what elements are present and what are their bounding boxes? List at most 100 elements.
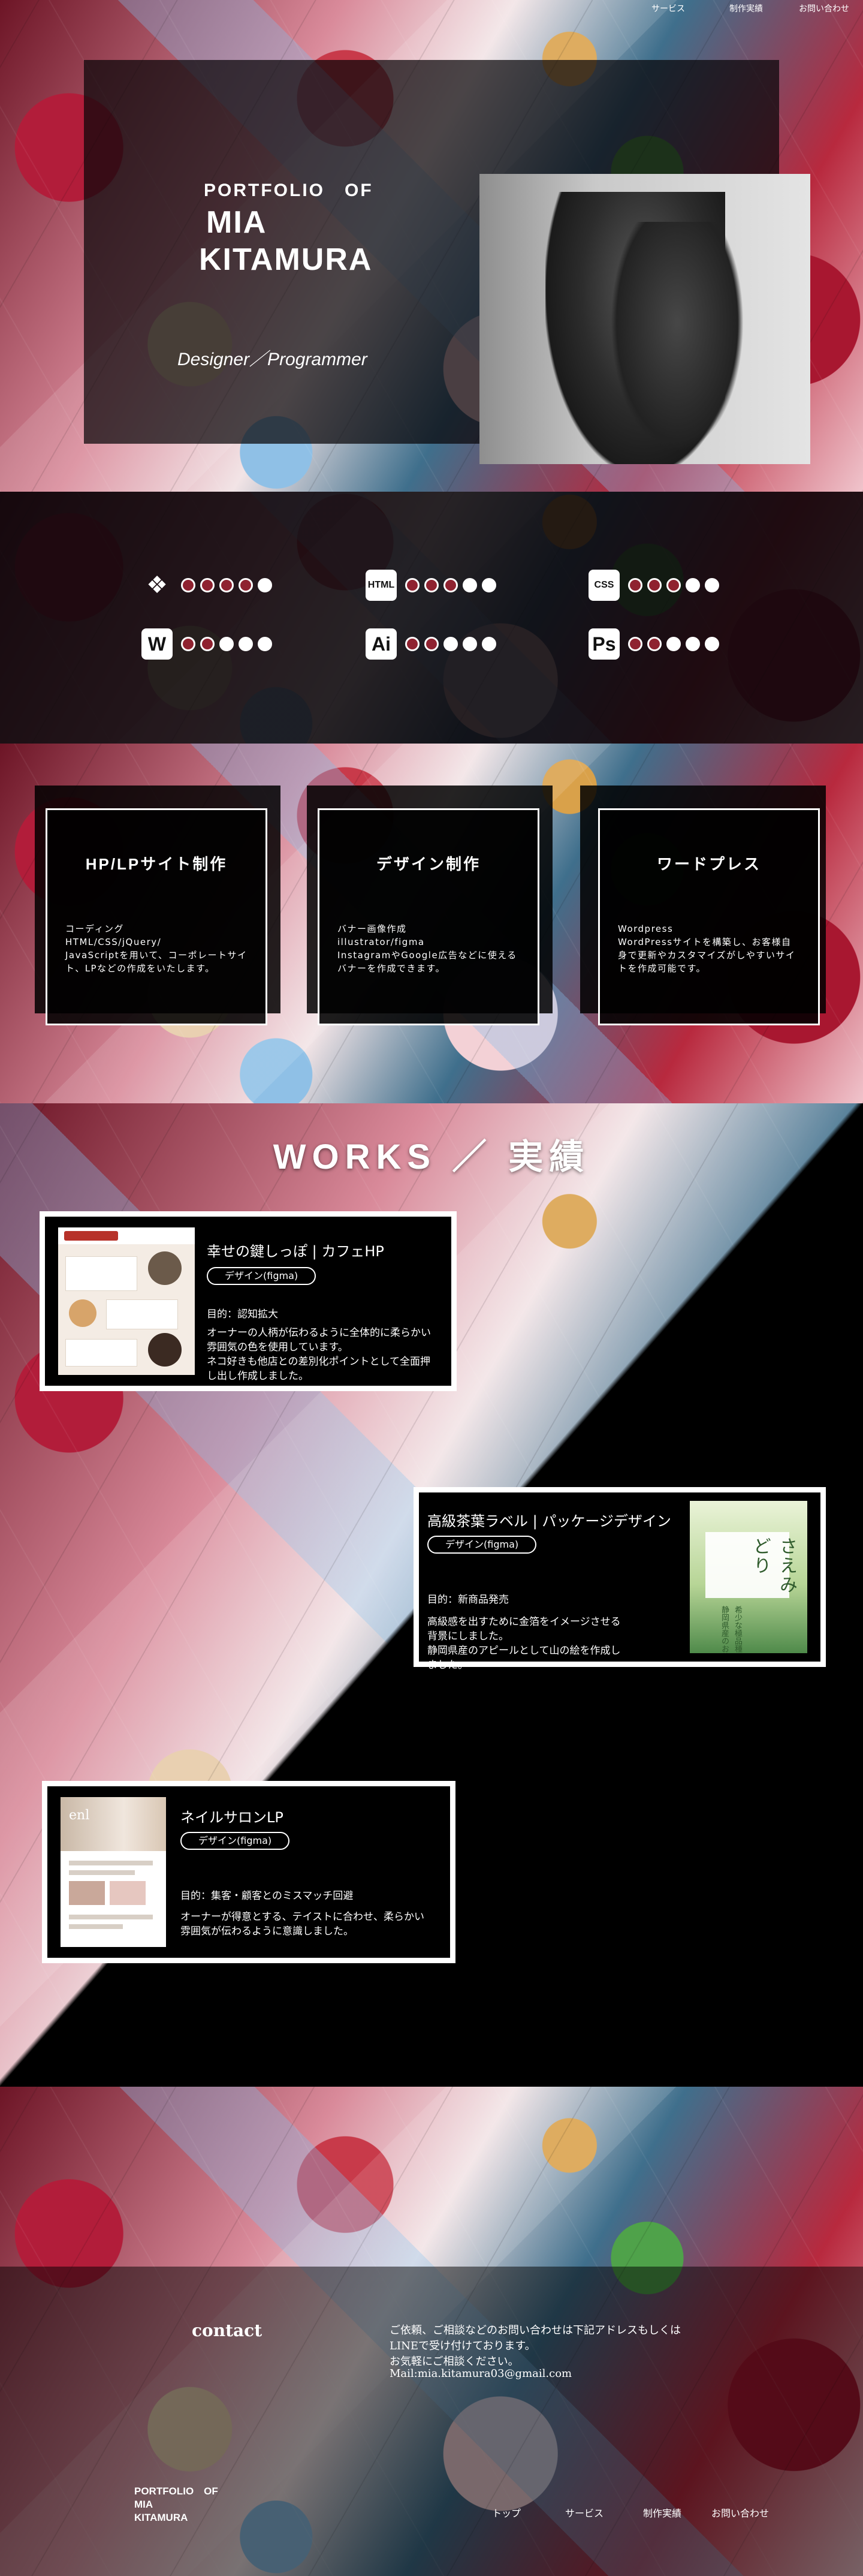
skill-dot-filled (666, 578, 681, 592)
figma-icon: ❖ (146, 572, 168, 598)
skill-illustrator: Ai (366, 628, 496, 660)
service-body: Wordpress WordPressサイトを構築し、お客様自身で更新やカスタマ… (618, 923, 796, 974)
html-icon: HTML (366, 570, 397, 601)
thumb-text-row (69, 1924, 123, 1929)
thumb-label-sub: 希少な極品種 (733, 1606, 742, 1653)
service-title: デザイン制作 (376, 855, 481, 873)
services-section: HP/LPサイト制作 コーディング HTML/CSS/jQuery/ JavaS… (0, 744, 863, 1103)
service-title: HP/LPサイト制作 (85, 855, 228, 873)
work-tag: デザイン(figma) (207, 1267, 316, 1285)
skill-dot-empty (443, 637, 458, 651)
skill-level-dots (405, 578, 496, 592)
profile-photo-hair-shadow (599, 222, 755, 464)
thumb-logo (64, 1231, 118, 1241)
nav-item-service[interactable]: サービス (629, 0, 707, 17)
footer-logo[interactable]: PORTFOLIO OF MIA KITAMURA (134, 2485, 218, 2524)
skill-dot-filled (181, 578, 195, 592)
skill-dot-filled (239, 578, 253, 592)
work-description: オーナーの人柄が伝わるように全体的に柔らかい雰囲気の色を使用しています。 ネコ好… (207, 1327, 431, 1382)
work-goal: 目的：認知拡大 (207, 1308, 278, 1320)
skill-dot-empty (258, 578, 272, 592)
profile-photo (479, 174, 810, 464)
thumb-cat-photo (148, 1251, 182, 1285)
work-thumbnail-nail-salon: enl (61, 1797, 166, 1947)
work-card-cafe[interactable]: 幸せの鍵しっぽ | カフェHP デザイン(figma) 目的：認知拡大 オーナー… (40, 1211, 457, 1391)
contact-overlay (0, 2267, 863, 2576)
skill-level-dots (181, 637, 272, 651)
thumb-content-block (65, 1339, 137, 1367)
thumb-text-row (69, 1861, 153, 1865)
skill-figma: ❖ (141, 570, 272, 601)
nav-item-works[interactable]: 制作実績 (707, 0, 785, 17)
work-thumbnail-cafe (58, 1227, 195, 1375)
skill-dot-filled (405, 637, 420, 651)
nav-item-contact[interactable]: お問い合わせ (785, 0, 863, 17)
work-tag: デザイン(figma) (180, 1832, 290, 1850)
skill-dot-empty (219, 637, 234, 651)
service-card-design: デザイン制作 バナー画像作成 illustrator/figma Instagr… (318, 808, 539, 1025)
skill-dot-filled (647, 578, 662, 592)
service-body: コーディング HTML/CSS/jQuery/ JavaScriptを用いて、コ… (65, 923, 248, 974)
thumb-label-title: さえみどり (750, 1537, 797, 1594)
work-thumbnail-tea: さえみどり 希少な極品種 静岡県産のお茶 (690, 1501, 807, 1653)
hero-role: Designer／Programmer (177, 350, 367, 369)
work-card-tea[interactable]: 高級茶葉ラベル | パッケージデザイン デザイン(figma) 目的：新商品発売… (414, 1487, 826, 1671)
footer-nav-service[interactable]: サービス (545, 2505, 623, 2520)
skill-dot-filled (443, 578, 458, 592)
thumb-content-block (106, 1299, 178, 1329)
thumb-drink-photo (148, 1333, 182, 1367)
contact-section: contact ご依頼、ご相談などのお問い合わせは下記アドレスもしくはLINEで… (0, 2267, 863, 2576)
thumb-food-photo (69, 1299, 96, 1327)
works-title: WORKS ／ 実績 (273, 1137, 590, 1176)
skill-dot-filled (181, 637, 195, 651)
skill-dot-filled (405, 578, 420, 592)
hero-section: PORTFOLIO OF MIA KITAMURA Designer／Progr… (0, 0, 863, 492)
footer-nav-top[interactable]: トップ (467, 2505, 545, 2520)
thumb-brand: enl (69, 1808, 90, 1823)
footer-nav-contact[interactable]: お問い合わせ (701, 2505, 779, 2520)
work-description: オーナーが得意とする、テイストに合わせ、柔らかい雰囲気が伝わるように意識しました… (180, 1911, 424, 1937)
hero-portfolio-label: PORTFOLIO OF (204, 180, 373, 200)
hero-name-first: MIA (206, 205, 267, 240)
skills-section: ❖ HTML CSS W Ai Ps (0, 492, 863, 744)
footer-nav-works[interactable]: 制作実績 (623, 2505, 701, 2520)
skill-dot-empty (463, 637, 477, 651)
skill-photoshop: Ps (589, 628, 719, 660)
skill-level-dots (181, 578, 272, 592)
hero-name-last: KITAMURA (199, 242, 373, 277)
service-body: バナー画像作成 illustrator/figma InstagramやGoog… (337, 923, 517, 974)
wordpress-icon: W (141, 628, 173, 660)
thumb-hero-image (61, 1797, 166, 1851)
contact-text: ご依頼、ご相談などのお問い合わせは下記アドレスもしくはLINEで受け付けておりま… (390, 2324, 681, 2368)
skill-dot-empty (258, 637, 272, 651)
thumb-text-row (69, 1915, 153, 1919)
skill-dot-empty (686, 637, 700, 651)
contact-heading: contact (192, 2321, 262, 2340)
contact-mail-link[interactable]: Mail:mia.kitamura03@gmail.com (390, 2367, 572, 2380)
work-description: 高級感を出すために金箔をイメージさせる背景にしました。 静岡県産のアピールとして… (427, 1616, 621, 1671)
work-tag: デザイン(figma) (427, 1536, 537, 1554)
hero-name: MIA KITAMURA (199, 204, 372, 278)
service-card-wordpress: ワードプレス Wordpress WordPressサイトを構築し、お客様自身で… (598, 808, 820, 1025)
thumb-nail-photo (110, 1881, 146, 1905)
skill-level-dots (628, 637, 719, 651)
skill-dot-filled (628, 578, 642, 592)
skill-dot-empty (705, 578, 719, 592)
work-card-nail-salon[interactable]: enl ネイルサロンLP デザイン(figma) 目的：集客・顧客とのミスマッチ… (42, 1781, 455, 1963)
css-icon: CSS (589, 570, 620, 601)
top-nav: サービス 制作実績 お問い合わせ (629, 0, 863, 17)
skill-dot-filled (424, 578, 439, 592)
skill-dot-filled (200, 578, 215, 592)
skill-dot-empty (686, 578, 700, 592)
photoshop-icon: Ps (589, 628, 620, 660)
service-card-hp-lp: HP/LPサイト制作 コーディング HTML/CSS/jQuery/ JavaS… (46, 808, 267, 1025)
skill-wordpress: W (141, 628, 272, 660)
work-goal: 目的：集客・顧客とのミスマッチ回避 (180, 1890, 354, 1902)
illustrator-icon: Ai (366, 628, 397, 660)
skill-dot-empty (239, 637, 253, 651)
skill-dot-filled (219, 578, 234, 592)
work-goal: 目的：新商品発売 (427, 1594, 509, 1606)
skill-dot-empty (463, 578, 477, 592)
footer-nav: トップ サービス 制作実績 お問い合わせ (467, 2505, 779, 2520)
thumb-content-block (65, 1256, 137, 1291)
